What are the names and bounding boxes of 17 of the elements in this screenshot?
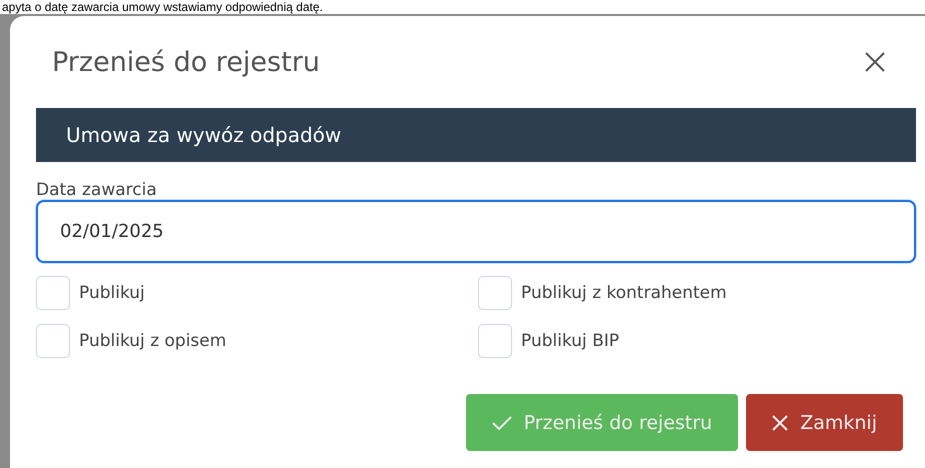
checkbox-label: Publikuj z opisem	[79, 331, 226, 351]
dialog-title: Przenieś do rejestru	[52, 46, 320, 78]
checkbox-label: Publikuj BIP	[521, 331, 620, 351]
background-text: apyta o datę zawarcia umowy wstawiamy odpowiednią datę.	[1, 0, 324, 14]
checkbox-label: Publikuj	[79, 283, 145, 303]
checkbox[interactable]	[478, 276, 512, 310]
checkbox[interactable]	[36, 324, 70, 358]
field-label: Data zawarcia	[36, 180, 158, 200]
close-icon	[772, 414, 788, 430]
checkbox[interactable]	[36, 276, 70, 310]
checkmark-icon	[492, 414, 512, 430]
section-header: Umowa za wywóz odpadów	[36, 108, 916, 162]
checkbox-label: Publikuj z kontrahentem	[521, 283, 727, 303]
close-button[interactable]: Zamknij	[746, 394, 903, 451]
checkbox[interactable]	[478, 324, 512, 358]
close-icon[interactable]	[864, 51, 886, 73]
date-field[interactable]: 02/01/2025	[36, 200, 916, 263]
